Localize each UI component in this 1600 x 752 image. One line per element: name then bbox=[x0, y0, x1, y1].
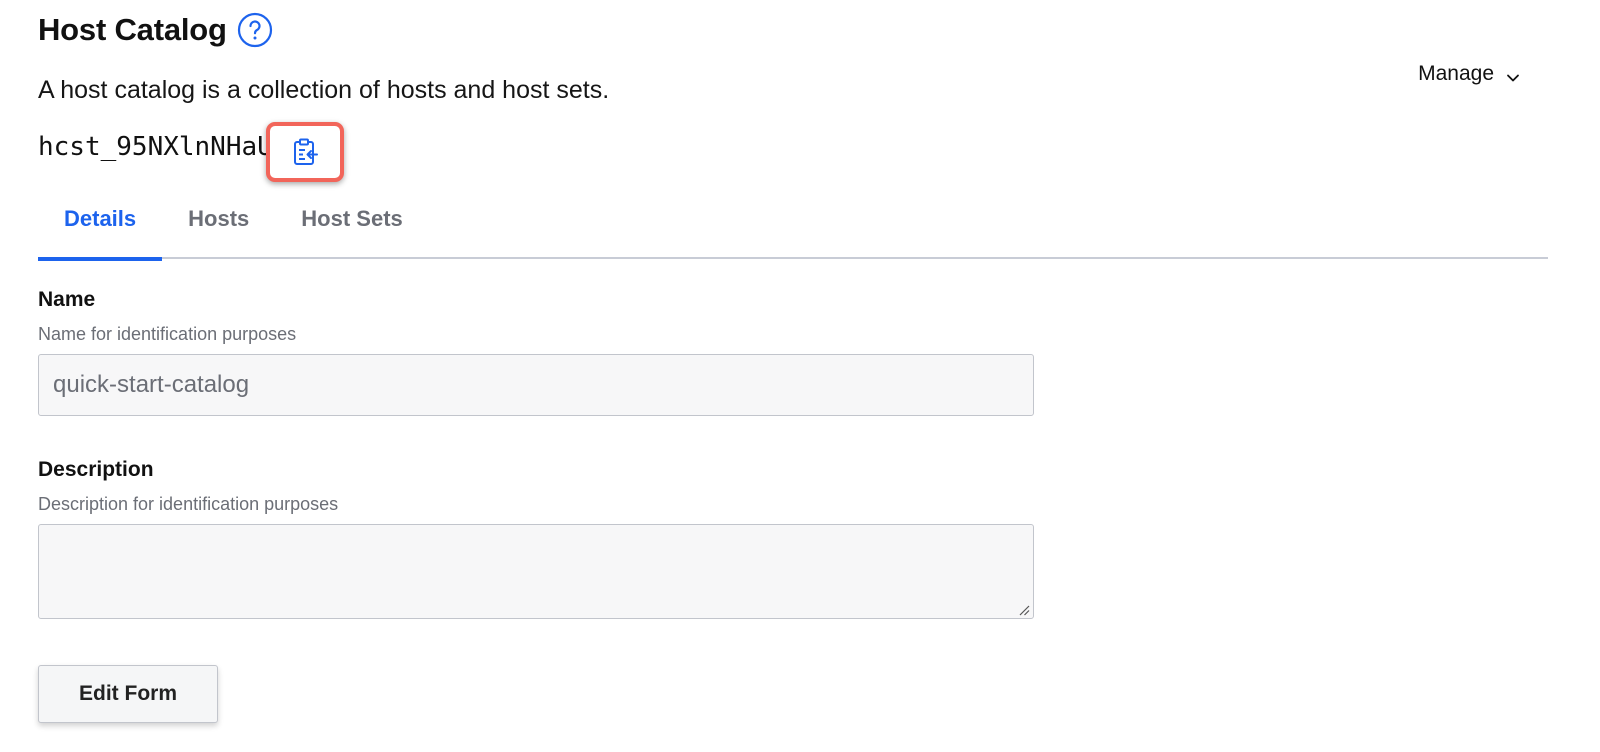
host-catalog-page: Host Catalog A host catalog is a collect… bbox=[0, 0, 1600, 752]
manage-label: Manage bbox=[1418, 62, 1494, 85]
page-title: Host Catalog bbox=[38, 12, 227, 47]
manage-dropdown[interactable]: Manage bbox=[1418, 62, 1520, 86]
name-field-value: quick-start-catalog bbox=[53, 371, 250, 398]
edit-form-button[interactable]: Edit Form bbox=[38, 665, 218, 723]
title-row: Host Catalog bbox=[38, 12, 273, 48]
name-label: Name bbox=[38, 288, 96, 311]
name-field[interactable]: quick-start-catalog bbox=[38, 354, 1034, 416]
description-help-text: Description for identification purposes bbox=[38, 494, 339, 514]
resize-handle-icon[interactable] bbox=[1018, 603, 1030, 616]
tab-bar: Details Hosts Host Sets bbox=[38, 196, 1548, 261]
chevron-down-icon bbox=[1506, 67, 1520, 82]
copy-id-button[interactable] bbox=[266, 122, 344, 182]
tab-hosts[interactable]: Hosts bbox=[162, 196, 275, 259]
tab-details[interactable]: Details bbox=[38, 196, 163, 261]
page-description: A host catalog is a collection of hosts … bbox=[38, 76, 610, 104]
description-field[interactable] bbox=[38, 524, 1034, 619]
resource-id: hcst_95NXlnNHaU bbox=[38, 132, 270, 162]
description-label: Description bbox=[38, 458, 154, 481]
resource-id-row: hcst_95NXlnNHaU bbox=[38, 122, 344, 182]
tab-host-sets[interactable]: Host Sets bbox=[275, 196, 428, 259]
name-help-text: Name for identification purposes bbox=[38, 324, 297, 344]
question-circle-icon[interactable] bbox=[237, 12, 273, 48]
clipboard-copy-icon bbox=[290, 137, 320, 167]
